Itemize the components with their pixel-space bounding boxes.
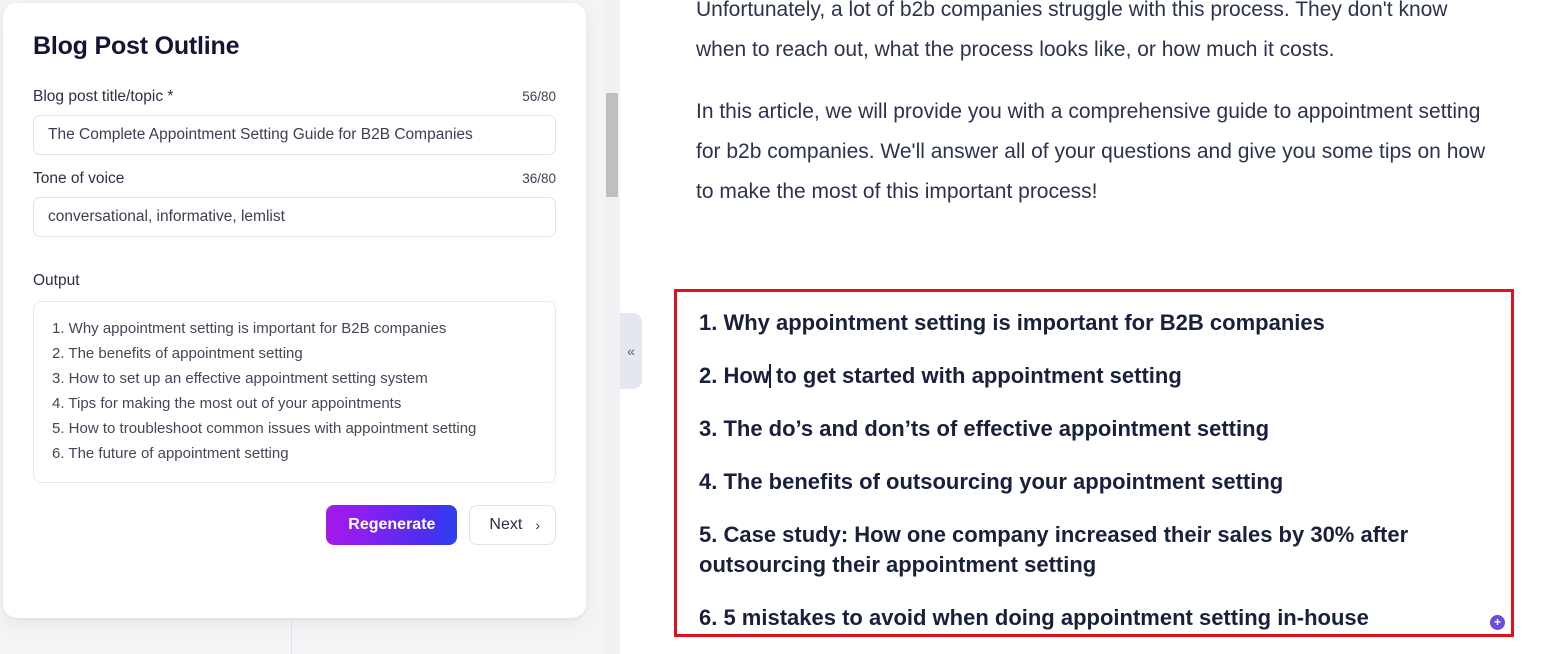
outline-list-item[interactable]: 5. Case study: How one company increased… xyxy=(699,520,1487,580)
output-list-item: 3. How to set up an effective appointmen… xyxy=(52,370,428,387)
field-label-tone-of-voice: Tone of voice xyxy=(33,170,125,187)
outline-item-text: 6. 5 mistakes to avoid when doing appoin… xyxy=(699,605,1369,630)
outline-list-item[interactable]: 2. How to get started with appointment s… xyxy=(699,361,1487,391)
double-chevron-left-icon: « xyxy=(627,343,635,359)
article-paragraph: Unfortunately, a lot of b2b companies st… xyxy=(696,0,1448,61)
next-button[interactable]: Next › xyxy=(469,505,556,545)
output-label: Output xyxy=(33,272,80,289)
output-list-item: 1. Why appointment setting is important … xyxy=(52,320,447,337)
output-list-item: 4. Tips for making the most out of your … xyxy=(52,395,402,412)
card-action-row: Regenerate Next › xyxy=(33,505,556,545)
outline-list-item[interactable]: 6. 5 mistakes to avoid when doing appoin… xyxy=(699,603,1505,633)
outline-list-item[interactable]: 3. The do’s and don’ts of effective appo… xyxy=(699,414,1487,444)
outline-list-item[interactable]: 4. The benefits of outsourcing your appo… xyxy=(699,467,1487,497)
outline-item-text: 1. Why appointment setting is important … xyxy=(699,310,1325,335)
char-counter-title-topic: 56/80 xyxy=(522,89,556,104)
right-panel: Unfortunately, a lot of b2b companies st… xyxy=(642,0,1547,654)
background-divider xyxy=(291,620,292,654)
collapse-panel-handle[interactable]: « xyxy=(620,313,642,389)
output-list-item: 5. How to troubleshoot common issues wit… xyxy=(52,420,477,437)
field-header-title-topic: Blog post title/topic * 56/80 xyxy=(33,87,556,107)
next-button-label: Next xyxy=(489,516,523,533)
chevron-right-icon: › xyxy=(535,517,540,533)
add-plus-icon[interactable]: + xyxy=(1490,615,1505,630)
page-title: Blog Post Outline xyxy=(33,32,240,60)
outline-list: 1. Why appointment setting is important … xyxy=(699,308,1505,633)
outline-item-text: 4. The benefits of outsourcing your appo… xyxy=(699,469,1284,494)
regenerate-button[interactable]: Regenerate xyxy=(326,505,458,545)
highlighted-outline-block[interactable]: 1. Why appointment setting is important … xyxy=(674,289,1514,637)
vertical-scrollbar-thumb[interactable] xyxy=(606,93,618,197)
left-panel: Blog Post Outline Blog post title/topic … xyxy=(0,0,620,654)
article-body[interactable]: Unfortunately, a lot of b2b companies st… xyxy=(696,0,1496,234)
field-header-tone-of-voice: Tone of voice 36/80 xyxy=(33,169,556,189)
outline-item-text: 3. The do’s and don’ts of effective appo… xyxy=(699,416,1270,441)
field-label-title-topic: Blog post title/topic * xyxy=(33,88,174,105)
blog-title-input[interactable] xyxy=(33,115,556,155)
outline-item-text: 2. How xyxy=(699,363,770,388)
blog-post-outline-card: Blog Post Outline Blog post title/topic … xyxy=(3,3,586,618)
output-list-item: 2. The benefits of appointment setting xyxy=(52,345,303,362)
app-root: Blog Post Outline Blog post title/topic … xyxy=(0,0,1547,654)
output-textarea[interactable]: 1. Why appointment setting is important … xyxy=(33,301,556,483)
tone-of-voice-input[interactable] xyxy=(33,197,556,237)
outline-item-text-tail: to get started with appointment setting xyxy=(769,363,1182,388)
outline-list-item[interactable]: 1. Why appointment setting is important … xyxy=(699,308,1487,338)
output-list: 1. Why appointment setting is important … xyxy=(52,316,537,466)
output-list-item: 6. The future of appointment setting xyxy=(52,445,289,462)
outline-item-text: 5. Case study: How one company increased… xyxy=(699,522,1409,577)
char-counter-tone-of-voice: 36/80 xyxy=(522,171,556,186)
article-paragraph: In this article, we will provide you wit… xyxy=(696,100,1486,203)
